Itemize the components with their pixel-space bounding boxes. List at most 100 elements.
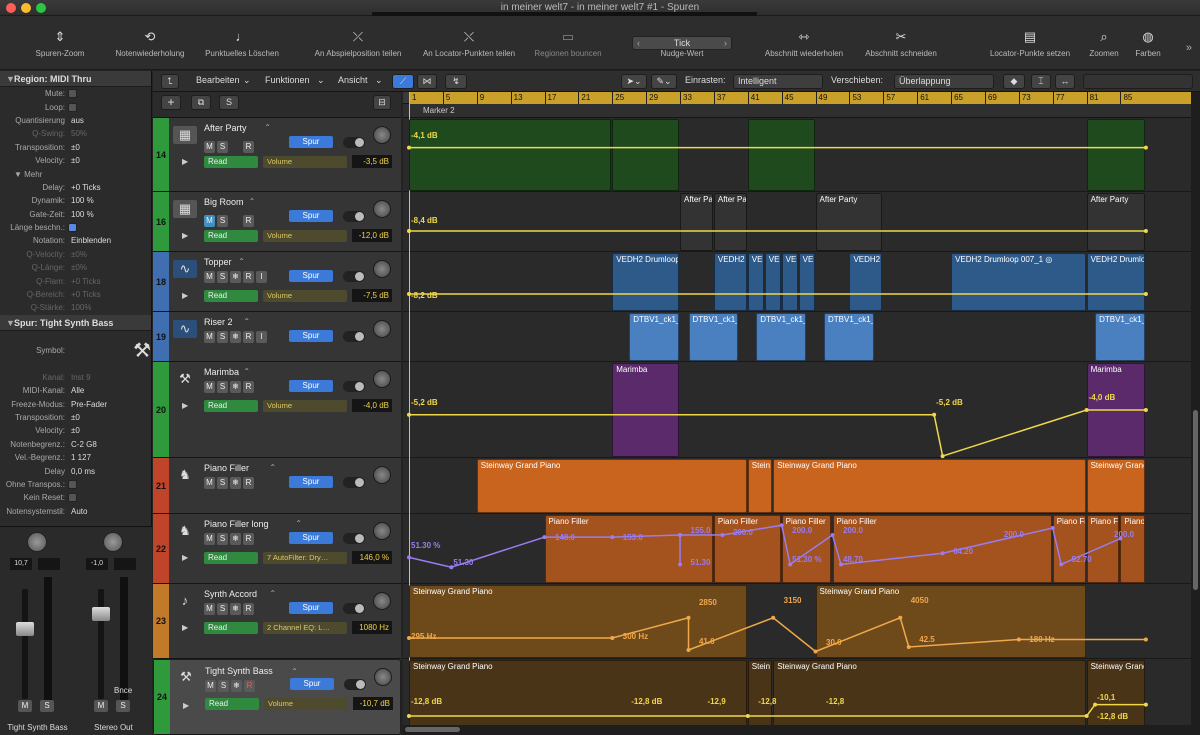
chevron-right-icon[interactable]: › bbox=[724, 37, 727, 49]
track-header[interactable]: 22 ♞ Piano Filler long ⌃ M S ❄ R Spur ▶ Read 7 Auto… bbox=[153, 514, 401, 584]
keyboard-stand-icon[interactable]: ⚒ bbox=[173, 370, 197, 388]
automation-mode-select[interactable]: Read bbox=[204, 622, 258, 634]
chevron-updown-icon[interactable]: ⌃ bbox=[238, 257, 245, 266]
menu-funktionen[interactable]: Funktionen bbox=[265, 75, 310, 85]
fader-cap[interactable] bbox=[92, 607, 110, 621]
automation-node[interactable] bbox=[1084, 714, 1089, 718]
mute-button[interactable]: M bbox=[204, 603, 215, 615]
track-on-button[interactable]: Spur bbox=[289, 602, 333, 614]
automation-value[interactable]: -4,0 dB bbox=[352, 399, 392, 412]
toolbar-track-zoom-button[interactable]: ⇕ Spuren-Zoom bbox=[20, 20, 100, 59]
catch-button[interactable]: ↯ bbox=[445, 74, 467, 89]
checkbox[interactable] bbox=[68, 89, 77, 99]
inspector-row-value[interactable]: 100 % bbox=[68, 210, 151, 219]
inspector-row[interactable]: Notensystemstil: Auto bbox=[0, 505, 151, 518]
inspector-row[interactable]: Velocity: ±0 bbox=[0, 424, 151, 437]
inspector-row-value[interactable]: 100% bbox=[68, 303, 151, 312]
mute-button[interactable]: M bbox=[18, 700, 32, 712]
track-header[interactable]: 14 ▦ After Party ⌃ M S R Spur ▶ Read Volume -3,5 dB bbox=[153, 118, 401, 192]
toolbar-overflow-icon[interactable]: » bbox=[1186, 42, 1192, 54]
automation-curve[interactable] bbox=[409, 703, 1146, 717]
freeze-icon[interactable]: ❄ bbox=[230, 271, 241, 283]
toolbar-repeat-section-button[interactable]: ⇿ Abschnitt wiederholen bbox=[756, 20, 852, 59]
automation-node[interactable] bbox=[407, 714, 411, 718]
pan-knob[interactable] bbox=[374, 668, 392, 686]
solo-all-button[interactable]: S bbox=[219, 95, 239, 110]
pencil-tool-button[interactable]: ✎⌄ bbox=[651, 74, 677, 89]
nudge-value-stepper[interactable]: ‹ Tick › bbox=[632, 36, 732, 50]
chevron-updown-icon[interactable]: ⌃ bbox=[243, 367, 250, 376]
automation-value[interactable]: -3,5 dB bbox=[352, 155, 392, 168]
channel-strip-name[interactable]: Tight Synth Bass bbox=[0, 723, 75, 732]
play-triangle-icon[interactable]: ▶ bbox=[182, 157, 188, 166]
inspector-row-value[interactable]: ±0 bbox=[68, 413, 151, 422]
automation-line[interactable] bbox=[403, 92, 1191, 735]
vertical-zoom-button[interactable]: ⌶ bbox=[1031, 74, 1051, 89]
inspector-row[interactable]: Kanal: Inst 9 bbox=[0, 371, 151, 384]
grand-piano-icon[interactable]: ♞ bbox=[173, 466, 197, 484]
mute-button[interactable]: M bbox=[204, 141, 215, 153]
inspector-row[interactable]: Vel.-Begrenz.: 1 127 bbox=[0, 451, 151, 464]
horizontal-zoom-button[interactable]: ↔ bbox=[1055, 74, 1075, 89]
mute-button[interactable]: M bbox=[204, 381, 215, 393]
vertical-scrollbar[interactable] bbox=[1191, 92, 1200, 735]
automation-mode-select[interactable]: Read bbox=[204, 552, 258, 564]
automation-parameter-select[interactable]: 2 Channel EQ: L… bbox=[263, 622, 347, 634]
volume-fader[interactable] bbox=[22, 589, 28, 699]
track-header[interactable]: 23 ♪ Synth Accord ⌃ M S ❄ R Spur ▶ Read 2 Channel E… bbox=[153, 584, 401, 659]
input-monitor-button[interactable]: I bbox=[256, 331, 267, 343]
inspector-row-value[interactable]: 0,0 ms bbox=[68, 467, 151, 476]
peak-value[interactable] bbox=[38, 558, 60, 570]
record-enable-button[interactable]: R bbox=[243, 477, 254, 489]
record-enable-button[interactable]: R bbox=[243, 331, 254, 343]
track-toggle-switch[interactable] bbox=[343, 381, 365, 392]
automation-parameter-select[interactable]: Volume bbox=[264, 698, 348, 710]
pan-knob[interactable] bbox=[373, 126, 391, 144]
track-on-button[interactable]: Spur bbox=[289, 330, 333, 342]
solo-button[interactable]: S bbox=[40, 700, 54, 712]
track-on-button[interactable]: Spur bbox=[289, 210, 333, 222]
track-header[interactable]: 19 ∿ Riser 2 ⌃ M S ❄ R I Spur bbox=[153, 312, 401, 362]
gain-value[interactable]: 10,7 bbox=[10, 558, 32, 570]
record-enable-button[interactable]: R bbox=[243, 603, 254, 615]
solo-button[interactable]: S bbox=[217, 331, 228, 343]
input-gain-knob[interactable] bbox=[103, 532, 123, 552]
track-options-button[interactable]: ⊟ bbox=[373, 95, 391, 110]
solo-button[interactable]: S bbox=[217, 477, 228, 489]
play-triangle-icon[interactable]: ▶ bbox=[182, 623, 188, 632]
track-name[interactable]: Big Room bbox=[204, 197, 244, 207]
chevron-updown-icon[interactable]: ⌃ bbox=[295, 519, 302, 528]
track-toggle-switch[interactable] bbox=[343, 533, 365, 544]
track-name[interactable]: Topper bbox=[204, 257, 232, 267]
automation-parameter-select[interactable]: Volume bbox=[263, 156, 347, 168]
play-triangle-icon[interactable]: ▶ bbox=[182, 291, 188, 300]
mute-button[interactable]: M bbox=[204, 331, 215, 343]
add-track-button[interactable]: + bbox=[161, 95, 181, 110]
automation-value[interactable]: -12,0 dB bbox=[352, 229, 392, 242]
toolbar-split-playhead-button[interactable]: ⤫ An Abspielposition teilen bbox=[310, 20, 406, 59]
track-toggle-switch[interactable] bbox=[343, 331, 365, 342]
channel-strip-name[interactable]: Stereo Out bbox=[76, 723, 151, 732]
inspector-row[interactable]: Dynamik: 100 % bbox=[0, 194, 151, 207]
mute-button[interactable]: M bbox=[204, 215, 215, 227]
pan-knob[interactable] bbox=[373, 320, 391, 338]
record-enable-button[interactable]: R bbox=[243, 271, 254, 283]
fader-cap[interactable] bbox=[16, 622, 34, 636]
automation-value[interactable]: 146,0 % bbox=[352, 551, 392, 564]
pan-knob[interactable] bbox=[373, 200, 391, 218]
snap-select[interactable]: Intelligent bbox=[733, 74, 823, 89]
toolbar-bounce-regions-button[interactable]: ▭ Regionen bouncen bbox=[528, 20, 608, 59]
scrollbar-thumb[interactable] bbox=[1193, 410, 1198, 590]
inspector-row[interactable]: Q-Swing: 50% bbox=[0, 127, 151, 140]
play-triangle-icon[interactable]: ▶ bbox=[183, 699, 189, 712]
solo-button[interactable]: S bbox=[217, 603, 228, 615]
record-enable-button[interactable]: R bbox=[243, 141, 254, 153]
freeze-icon[interactable]: ❄ bbox=[230, 331, 241, 343]
inspector-row[interactable]: Q-Velocity: ±0% bbox=[0, 248, 151, 261]
inspector-row-value[interactable]: Pre-Fader bbox=[68, 400, 151, 409]
inspector-row-value[interactable]: ±0% bbox=[68, 250, 151, 259]
automation-value[interactable]: 1080 Hz bbox=[352, 621, 392, 634]
inspector-row-value[interactable]: +0 Ticks bbox=[68, 290, 151, 299]
inspector-row[interactable]: Loop: bbox=[0, 100, 151, 113]
toolbar-split-locators-button[interactable]: ⤬ An Locator-Punkten teilen bbox=[418, 20, 520, 59]
